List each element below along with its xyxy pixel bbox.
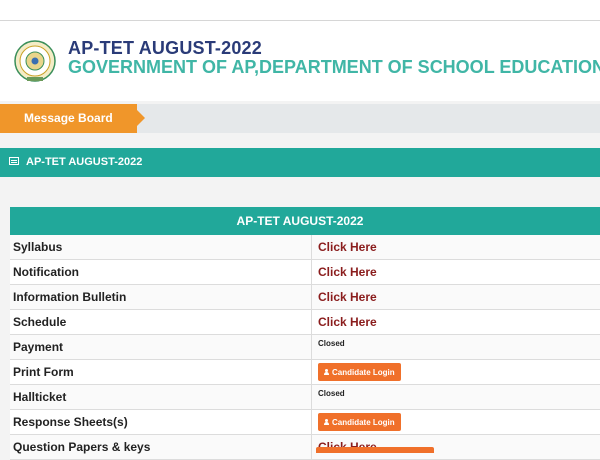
row-label: Question Papers & keys xyxy=(10,435,312,459)
row-value-cell: Closed xyxy=(312,335,600,359)
row-label: Notification xyxy=(10,260,312,284)
row-label: Information Bulletin xyxy=(10,285,312,309)
page-subtitle: GOVERNMENT OF AP,DEPARTMENT OF SCHOOL ED… xyxy=(68,57,600,77)
candidate-login-label: Candidate Login xyxy=(332,417,395,427)
row-label: Response Sheets(s) xyxy=(10,410,312,434)
message-board-tab[interactable]: Message Board xyxy=(0,104,145,133)
section-header: AP-TET AUGUST-2022 xyxy=(0,148,600,177)
section-title: AP-TET AUGUST-2022 xyxy=(26,156,143,168)
newspaper-icon xyxy=(9,157,19,165)
exam-table: AP-TET AUGUST-2022 Syllabus Click Here Not… xyxy=(10,207,600,460)
table-row: Question Papers & keysClick Here xyxy=(10,435,600,460)
table-heading: AP-TET AUGUST-2022 xyxy=(10,207,600,235)
table-row: Notification Click Here xyxy=(10,260,600,285)
status-text: Closed xyxy=(318,339,345,348)
click-here-link[interactable]: Click Here xyxy=(318,240,377,254)
cut-off-button[interactable] xyxy=(316,447,434,453)
row-value-cell: Candidate Login xyxy=(312,360,600,384)
user-icon xyxy=(324,419,329,425)
candidate-login-label: Candidate Login xyxy=(332,367,395,377)
row-value-cell: Candidate Login xyxy=(312,410,600,434)
click-here-link[interactable]: Click Here xyxy=(318,315,377,329)
candidate-login-button[interactable]: Candidate Login xyxy=(318,363,401,381)
row-value-cell: Click Here xyxy=(312,235,600,259)
status-text: Closed xyxy=(318,389,345,398)
row-label: Schedule xyxy=(10,310,312,334)
ap-emblem-icon xyxy=(14,40,56,82)
table-row: Schedule Click Here xyxy=(10,310,600,335)
row-value-cell: Click Here xyxy=(312,285,600,309)
site-header: AP-TET AUGUST-2022 GOVERNMENT OF AP,DEPA… xyxy=(0,21,600,101)
row-label: Print Form xyxy=(10,360,312,384)
row-value-cell: Click Here xyxy=(312,310,600,334)
table-row: Information Bulletin Click Here xyxy=(10,285,600,310)
message-board-label: Message Board xyxy=(24,111,113,125)
table-row: Response Sheets(s) Candidate Login xyxy=(10,410,600,435)
table-row: Hallticket Closed xyxy=(10,385,600,410)
table-row: Print Form Candidate Login xyxy=(10,360,600,385)
candidate-login-button[interactable]: Candidate Login xyxy=(318,413,401,431)
click-here-link[interactable]: Click Here xyxy=(318,265,377,279)
user-icon xyxy=(324,369,329,375)
click-here-link[interactable]: Click Here xyxy=(318,290,377,304)
row-label: Hallticket xyxy=(10,385,312,409)
table-body: Syllabus Click Here Notification Click Here… xyxy=(10,235,600,460)
page-title: AP-TET AUGUST-2022 xyxy=(68,38,262,58)
row-label: Payment xyxy=(10,335,312,359)
row-value-cell: Closed xyxy=(312,385,600,409)
row-value-cell: Click Here xyxy=(312,260,600,284)
table-row: Payment Closed xyxy=(10,335,600,360)
top-strip xyxy=(0,0,600,21)
row-label: Syllabus xyxy=(10,235,312,259)
table-row: Syllabus Click Here xyxy=(10,235,600,260)
